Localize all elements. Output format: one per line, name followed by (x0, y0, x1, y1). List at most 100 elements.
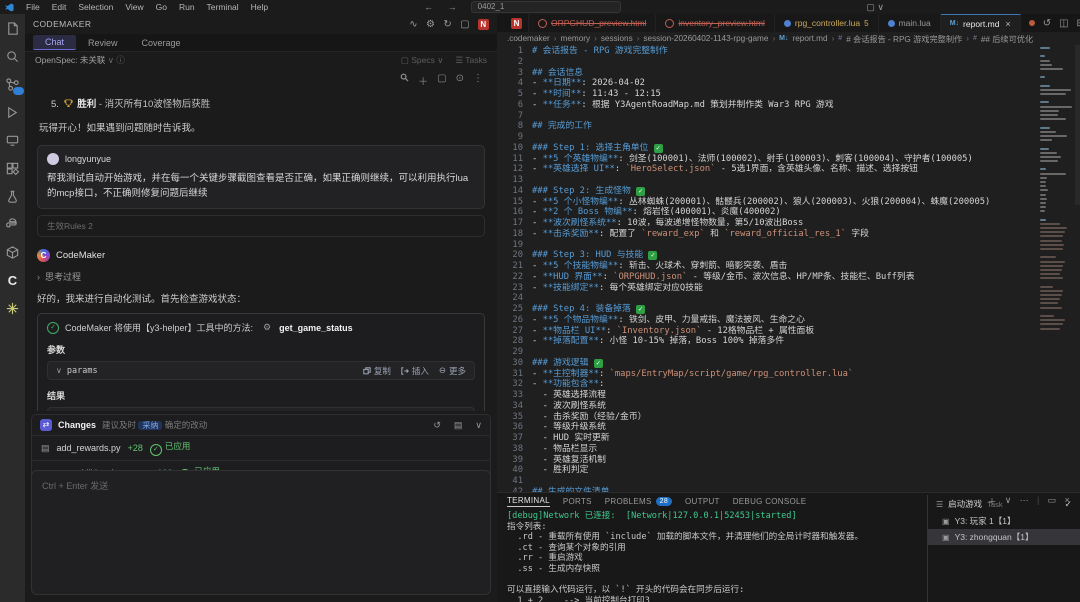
terminal-tab-terminal[interactable]: TERMINAL (507, 496, 550, 507)
kebab-menu-icon[interactable]: ⋮ (473, 73, 483, 88)
code-token: 字段 (846, 229, 869, 239)
refresh-icon[interactable]: ↻ (443, 19, 452, 30)
remote-explorer-icon[interactable] (4, 132, 21, 149)
explorer-icon[interactable] (4, 20, 21, 37)
task-item[interactable]: ▣Y3: 玩家 1【1】 (928, 513, 1080, 529)
chart-icon[interactable]: ∿ (409, 19, 418, 30)
breadcrumb-item[interactable]: memory (561, 34, 591, 43)
timeline-icon[interactable]: ↺ (1043, 18, 1051, 29)
pinned-tab[interactable]: N (497, 14, 529, 32)
breadcrumb[interactable]: .codemaker›memory›sessions›session-20260… (497, 32, 1080, 45)
code-token: - 12格物品栏 + 属性面板 (701, 326, 814, 336)
breadcrumb-item[interactable]: # 会话报告 - RPG 游戏完整制作 (846, 33, 962, 45)
new-chat-icon[interactable]: ＋ (418, 73, 428, 88)
terminal-tab-label: PROBLEMS (605, 497, 652, 506)
terminal-tab-debug-console[interactable]: DEBUG CONSOLE (733, 497, 807, 506)
testing-icon[interactable] (4, 188, 21, 205)
insert-button[interactable]: 插入 (401, 365, 429, 377)
open-editor-icon[interactable]: ▢ (437, 73, 446, 88)
specs-button[interactable]: ▢ Specs ∨ (401, 55, 444, 66)
breadcrumb-item[interactable]: ## 后续可优化 (981, 33, 1033, 45)
task-group-header[interactable]: ☰ 启动游戏 Task ✓ (928, 495, 1080, 513)
copy-button[interactable]: 复制 (363, 365, 391, 377)
tasks-button[interactable]: ☰ Tasks (455, 55, 487, 66)
gear-icon[interactable]: ⚙ (426, 19, 435, 30)
code-line: 13 (497, 175, 1036, 186)
history-icon[interactable]: ⊙ (456, 73, 464, 88)
undo-icon[interactable]: ↺ (433, 420, 441, 431)
menu-item-edit[interactable]: Edit (46, 2, 73, 12)
breadcrumb-item[interactable]: sessions (601, 34, 633, 43)
changed-file-row[interactable]: ▤add_rewards.py+28✓已应用 (32, 436, 490, 461)
result-row[interactable]: ∨ result 复制 插入 ⊖ 更多 (47, 407, 475, 411)
panel-tab-review[interactable]: Review (76, 36, 130, 50)
window-icon[interactable]: ▢ (460, 19, 470, 30)
menu-item-selection[interactable]: Selection (72, 2, 119, 12)
menu-bar[interactable]: FileEditSelectionViewGoRunTerminalHelp (20, 2, 274, 12)
chevron-down-icon[interactable]: ∨ (56, 366, 62, 375)
rules-note[interactable]: 生效Rules 2 (37, 215, 485, 237)
search-icon[interactable] (400, 73, 409, 82)
code-token: - (532, 283, 543, 293)
chat-scroll-area[interactable]: ＋ ▢ ⊙ ⋮ 5. 胜利 - 消灭所有10波怪物后获胜 玩得开心！如果遇到问题… (25, 69, 497, 411)
split-editor-icon[interactable]: ◫ (1059, 18, 1068, 29)
extensions-icon[interactable] (4, 160, 21, 177)
openspec-value[interactable]: 未关联 (80, 54, 106, 66)
editor-tab[interactable]: rpg_controller.lua5 (775, 14, 879, 32)
line-number: 5 (497, 89, 523, 100)
chevron-down-icon[interactable]: ∨ (475, 420, 482, 431)
thinking-toggle[interactable]: ›思考过程 (37, 270, 485, 283)
layout-customize-icon[interactable]: ▢ ∨ (866, 2, 884, 13)
editor-tab[interactable]: ORPGHUD_preview.html (529, 14, 656, 32)
editor-tab[interactable]: inventory_preview.html (656, 14, 774, 32)
npm-icon[interactable]: N (478, 19, 489, 30)
menu-item-file[interactable]: File (20, 2, 46, 12)
line-number: 40 (497, 465, 523, 476)
terminal-output[interactable]: [debug]Network 已连接: [Network|127.0.0.1|5… (507, 511, 920, 602)
titlebar-search-box[interactable]: 0402_1 (471, 1, 621, 13)
history-nav-arrows[interactable]: ← → (424, 2, 463, 12)
chat-input[interactable] (31, 470, 491, 595)
run-debug-icon[interactable] (4, 104, 21, 121)
package-icon[interactable] (4, 244, 21, 261)
file-icon[interactable]: ▤ (454, 420, 463, 431)
menu-item-view[interactable]: View (119, 2, 149, 12)
menu-item-help[interactable]: Help (245, 2, 274, 12)
editor-tab[interactable]: M↓report.md× (941, 14, 1021, 32)
params-row[interactable]: ∨ params 复制 插入 ⊖ 更多 (47, 361, 475, 380)
code-token: : (615, 164, 626, 174)
adopt-badge[interactable]: 采纳 (138, 421, 162, 430)
menu-item-run[interactable]: Run (173, 2, 201, 12)
panel-tab-chat[interactable]: Chat (33, 35, 76, 50)
code-token: : 每个英雄绑定对应Q技能 (599, 283, 703, 293)
line-number: 14 (497, 186, 523, 197)
breadcrumb-item[interactable]: .codemaker (507, 34, 550, 43)
code-token: : (606, 326, 617, 336)
code-editor[interactable]: 1# 会话报告 - RPG 游戏完整制作23## 会话信息4- **日期**: … (497, 45, 1080, 507)
minimap[interactable] (1040, 47, 1074, 332)
y3-editor-icon[interactable] (4, 76, 21, 93)
editor-tab[interactable]: main.lua (879, 14, 941, 32)
panel-tab-coverage[interactable]: Coverage (130, 36, 193, 50)
line-number: 36 (497, 422, 523, 433)
line-number: 22 (497, 272, 523, 283)
layout-columns-icon[interactable]: ⊞ (1077, 18, 1080, 29)
terminal-tab-problems[interactable]: PROBLEMS28 (605, 497, 672, 506)
code-line: 15- **5 个小怪物编**: 丛林蜘蛛(200001)、骷髅兵(200002… (497, 197, 1036, 208)
spark-icon[interactable] (4, 300, 21, 317)
more-button[interactable]: ⊖ 更多 (439, 365, 466, 377)
breadcrumb-item[interactable]: session-20260402-1143-rpg-game (643, 34, 768, 43)
menu-item-go[interactable]: Go (150, 2, 173, 12)
menu-item-terminal[interactable]: Terminal (201, 2, 245, 12)
close-icon[interactable]: × (1005, 19, 1010, 29)
terminal-tab-output[interactable]: OUTPUT (685, 497, 720, 506)
chevron-down-icon[interactable]: ∨ (108, 55, 114, 66)
codemaker-activity-icon[interactable]: C (4, 272, 21, 289)
terminal-tab-ports[interactable]: PORTS (563, 497, 592, 506)
python-icon[interactable] (4, 216, 21, 233)
info-icon[interactable]: ⓘ (116, 54, 125, 66)
editor-scrollbar[interactable] (1075, 45, 1080, 205)
search-icon[interactable] (4, 48, 21, 65)
task-item[interactable]: ▣Y3: zhongquan【1】 (928, 529, 1080, 545)
breadcrumb-item[interactable]: report.md (793, 34, 828, 43)
